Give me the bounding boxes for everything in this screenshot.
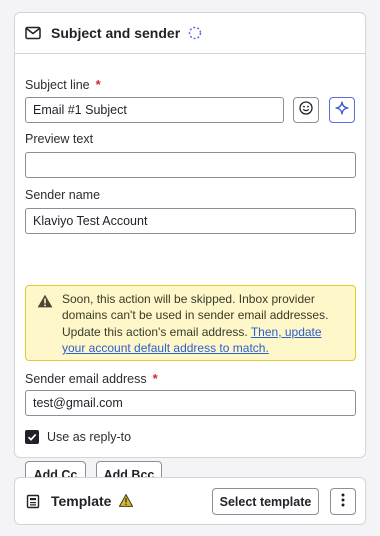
warning-triangle-icon xyxy=(119,494,134,508)
template-title: Template xyxy=(51,493,112,509)
template-header: Template Select template xyxy=(15,478,365,524)
sender-domain-warning: Soon, this action will be skipped. Inbox… xyxy=(25,285,356,361)
subject-line-label: Subject line * xyxy=(25,77,101,92)
template-more-button[interactable] xyxy=(330,488,356,515)
subject-sender-header[interactable]: Subject and sender xyxy=(15,13,365,54)
template-card: Template Select template xyxy=(14,477,366,525)
more-vertical-icon xyxy=(341,493,345,510)
emoji-smile-icon xyxy=(299,100,313,120)
select-template-button[interactable]: Select template xyxy=(212,488,319,515)
emoji-button[interactable] xyxy=(293,97,319,123)
sparkle-icon xyxy=(335,100,349,120)
subject-sender-title: Subject and sender xyxy=(51,25,181,41)
reply-to-row: Use as reply-to xyxy=(25,430,131,444)
ai-generate-button[interactable] xyxy=(329,97,355,123)
template-icon xyxy=(25,493,41,509)
subject-line-input[interactable] xyxy=(25,97,284,123)
preview-text-input[interactable] xyxy=(25,152,356,178)
reply-to-checkbox[interactable] xyxy=(25,430,39,444)
reply-to-label: Use as reply-to xyxy=(47,430,132,444)
sender-email-input[interactable] xyxy=(25,390,356,416)
loading-spinner-icon xyxy=(188,26,202,40)
checkmark-icon xyxy=(27,433,37,441)
sender-name-label: Sender name xyxy=(25,188,101,202)
envelope-icon xyxy=(25,25,41,41)
required-mark: * xyxy=(152,371,158,386)
sender-email-label: Sender email address * xyxy=(25,371,158,386)
subject-sender-card: Subject and sender Subject line * Email … xyxy=(14,12,366,488)
required-mark: * xyxy=(95,77,101,92)
warning-triangle-icon xyxy=(37,294,53,310)
preview-text-label: Preview text xyxy=(25,132,94,146)
sender-name-input[interactable] xyxy=(25,208,356,234)
